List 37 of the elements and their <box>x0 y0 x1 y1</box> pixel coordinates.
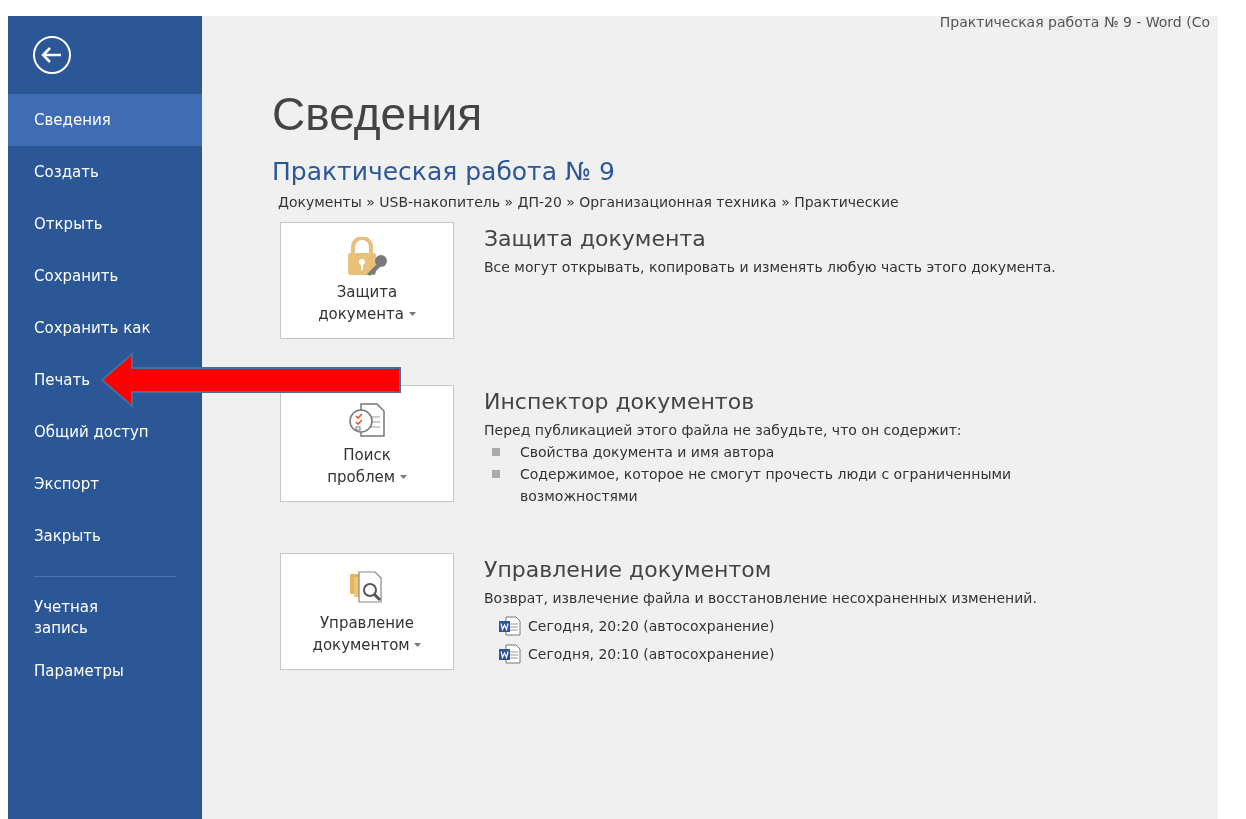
section-title: Защита документа <box>484 225 707 253</box>
section-description: Возврат, извлечение файла и восстановление несохраненных изменений. <box>484 589 1037 608</box>
caret-icon <box>414 643 422 647</box>
sidebar-item[interactable]: Экспорт <box>8 458 102 510</box>
section-description: Все могут открывать, копировать и изменять любую часть этого документа. <box>484 258 1056 277</box>
word-document-icon <box>498 616 522 636</box>
sidebar-item[interactable]: Закрыть <box>8 510 103 562</box>
word-document-icon <box>498 644 522 664</box>
sidebar-item[interactable]: Сохранить <box>8 250 121 302</box>
caret-icon <box>399 475 407 479</box>
sidebar-item[interactable]: Создать <box>8 146 101 198</box>
page-heading: Сведения <box>272 87 484 142</box>
back-icon[interactable] <box>32 35 72 75</box>
sidebar-item[interactable]: Параметры <box>8 645 138 697</box>
document-path: Документы » USB-накопитель » ДП-20 » Организационная техника » Практические <box>278 193 900 212</box>
bullet-text: Содержимое, которое не смогут прочесть люди с ограниченными возможностями <box>520 465 1013 506</box>
sidebar-item[interactable]: Печать <box>8 354 93 406</box>
document-title: Практическая работа № 9 <box>272 156 616 188</box>
caret-icon <box>408 312 416 316</box>
lock-key-icon <box>345 236 389 277</box>
version-link[interactable]: Сегодня, 20:20 (автосохранение) <box>498 615 1037 637</box>
section-description: Перед публикацией этого файла не забудьте, что он содержит: <box>484 421 963 440</box>
bullet-icon <box>492 448 500 456</box>
section-title: Управление документом <box>484 556 773 584</box>
window-title: Практическая работа № 9 - Word (Со <box>939 14 1210 30</box>
section-button[interactable]: Управление документом <box>280 553 454 670</box>
section-title: Инспектор документов <box>484 388 756 416</box>
sidebar-item[interactable]: Общий доступ <box>8 406 151 458</box>
sidebar-item[interactable]: Сведения <box>8 94 202 146</box>
section-button[interactable]: Защита документа <box>280 222 454 339</box>
bullet-text: Свойства документа и имя автора <box>520 443 776 462</box>
bullet-icon <box>492 470 500 478</box>
sidebar-item[interactable]: Открыть <box>8 198 105 250</box>
section-button[interactable]: Поиск проблем <box>280 385 454 502</box>
sidebar-item[interactable]: Сохранить как <box>8 302 153 354</box>
sidebar-item[interactable]: Учетная запись <box>8 591 138 645</box>
version-link[interactable]: Сегодня, 20:10 (автосохранение) <box>498 643 1037 665</box>
